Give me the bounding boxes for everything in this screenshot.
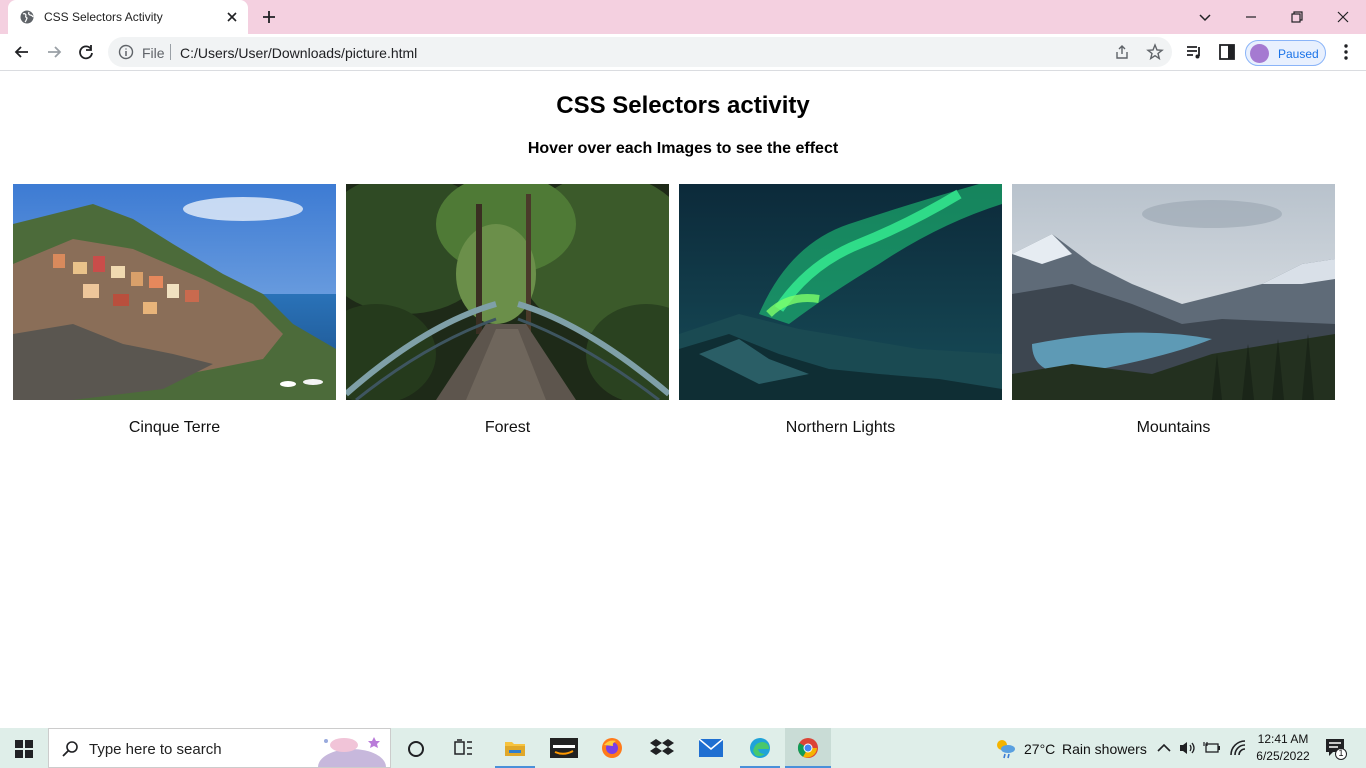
minimize-icon[interactable]: [1241, 7, 1261, 27]
tab-title: CSS Selectors Activity: [44, 10, 163, 24]
taskbar-search-input[interactable]: Type here to search: [48, 728, 391, 768]
globe-icon: [20, 10, 34, 24]
bookmark-star-icon[interactable]: [1146, 43, 1164, 61]
file-explorer-button[interactable]: [495, 728, 535, 768]
search-icon: [62, 741, 78, 757]
divider: [170, 44, 171, 60]
mail-icon[interactable]: [699, 739, 723, 757]
gallery-card[interactable]: Cinque Terre: [13, 184, 336, 436]
task-view-icon[interactable]: [454, 739, 474, 757]
coastal-village-photo[interactable]: [13, 184, 336, 400]
card-caption: Forest: [484, 419, 531, 436]
side-panel-icon[interactable]: [1217, 42, 1237, 62]
windows-taskbar: Type here to search 27°C Rain showers 12…: [0, 728, 1366, 768]
tab-strip: CSS Selectors Activity: [0, 0, 1366, 34]
card-caption: Mountains: [1136, 419, 1211, 436]
avatar: [1250, 44, 1269, 63]
clock-time: 12:41 AM: [1257, 732, 1309, 746]
chevron-up-icon[interactable]: [1156, 741, 1172, 755]
folder-icon: [505, 742, 525, 756]
weather-condition: Rain showers: [1062, 741, 1147, 757]
gallery-card[interactable]: Mountains: [1012, 184, 1335, 436]
tab-search-chevron-icon[interactable]: [1195, 7, 1215, 27]
clock-date: 6/25/2022: [1256, 749, 1310, 763]
search-placeholder: Type here to search: [89, 741, 222, 758]
profile-button[interactable]: Paused: [1245, 40, 1326, 66]
search-highlight-illustration-icon: [318, 737, 386, 767]
weather-temperature: 27°C: [1024, 741, 1056, 757]
new-tab-icon[interactable]: [260, 8, 278, 26]
battery-plug-icon[interactable]: [1203, 740, 1221, 756]
card-caption: Northern Lights: [785, 419, 896, 436]
gallery-card[interactable]: Northern Lights: [679, 184, 1002, 436]
windows-start-icon[interactable]: [15, 740, 33, 758]
gallery-card[interactable]: Forest: [346, 184, 669, 436]
page-title: CSS Selectors activity: [556, 92, 810, 119]
notification-count-badge: 1: [1338, 748, 1344, 758]
restore-icon[interactable]: [1287, 7, 1307, 27]
amazon-icon[interactable]: [550, 738, 578, 758]
more-menu-icon[interactable]: [1336, 42, 1356, 62]
system-clock[interactable]: 12:41 AM 6/25/2022: [1245, 731, 1321, 765]
chrome-button[interactable]: [785, 728, 831, 768]
forest-bridge-photo[interactable]: [346, 184, 669, 400]
cortana-icon[interactable]: [407, 740, 425, 758]
edge-icon: [750, 738, 770, 758]
card-caption: Cinque Terre: [128, 419, 221, 436]
dropbox-icon[interactable]: [650, 738, 674, 758]
media-queue-icon[interactable]: [1184, 42, 1204, 62]
url-text[interactable]: C:/Users/User/Downloads/picture.html: [180, 45, 417, 61]
share-icon[interactable]: [1114, 44, 1130, 60]
mountain-lake-photo[interactable]: [1012, 184, 1335, 400]
browser-toolbar: File C:/Users/User/Downloads/picture.htm…: [0, 34, 1366, 71]
aurora-photo[interactable]: [679, 184, 1002, 400]
firefox-icon[interactable]: [601, 737, 623, 759]
reload-icon[interactable]: [76, 42, 96, 62]
close-window-icon[interactable]: [1333, 7, 1353, 27]
info-icon[interactable]: [118, 44, 134, 60]
chrome-icon: [797, 738, 818, 758]
close-tab-icon[interactable]: [224, 9, 240, 25]
back-arrow-icon[interactable]: [12, 42, 32, 62]
scheme-label: File: [142, 45, 165, 61]
profile-status: Paused: [1278, 47, 1319, 61]
address-bar[interactable]: File C:/Users/User/Downloads/picture.htm…: [108, 37, 1172, 67]
weather-rain-icon[interactable]: [993, 738, 1017, 760]
speaker-icon[interactable]: [1179, 740, 1197, 756]
tab-css-selectors-activity[interactable]: CSS Selectors Activity: [8, 0, 248, 34]
forward-arrow-icon[interactable]: [44, 42, 64, 62]
page-subtitle: Hover over each Images to see the effect: [527, 140, 839, 157]
page-content: CSS Selectors activity Hover over each I…: [0, 71, 1366, 728]
edge-button[interactable]: [740, 728, 780, 768]
